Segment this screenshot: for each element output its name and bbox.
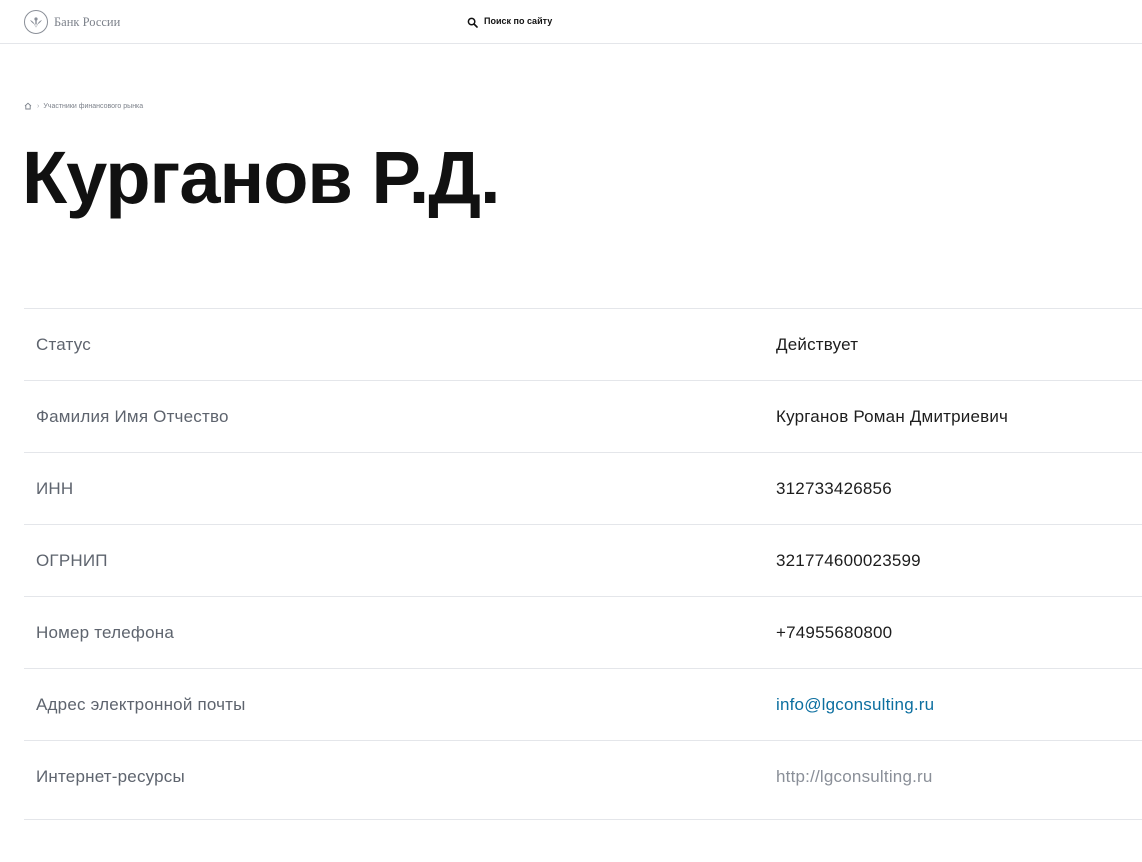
page-title: Курганов Р.Д. [22, 136, 501, 219]
site-header: Банк России Поиск по сайту [0, 0, 1142, 44]
full-name-label: Фамилия Имя Отчество [36, 407, 229, 426]
full-name-value: Курганов Роман Дмитриевич [776, 407, 1009, 426]
search-label: Поиск по сайту [484, 15, 553, 26]
logo-text: Банк России [54, 14, 121, 29]
status-label: Статус [36, 335, 91, 354]
table-row: ОГРНИП 321774600023599 [24, 525, 1142, 597]
email-label: Адрес электронной почты [36, 695, 246, 714]
details-table: Статус Действует Фамилия Имя Отчество Ку… [24, 308, 1142, 820]
table-row: ИНН 312733426856 [24, 453, 1142, 525]
phone-value: +74955680800 [776, 623, 893, 642]
table-row: Номер телефона +74955680800 [24, 597, 1142, 669]
table-row: Статус Действует [24, 309, 1142, 381]
ogrnip-label: ОГРНИП [36, 551, 108, 570]
ogrnip-value: 321774600023599 [776, 551, 921, 570]
inn-label: ИНН [36, 479, 74, 498]
phone-label: Номер телефона [36, 623, 174, 642]
bank-logo-link[interactable]: Банк России [24, 10, 120, 34]
table-row: Адрес электронной почты info@lgconsultin… [24, 669, 1142, 741]
inn-value: 312733426856 [776, 479, 892, 498]
bank-of-russia-emblem-icon [24, 10, 48, 34]
breadcrumb: › Участники финансового рынка [24, 102, 143, 110]
web-resources-label: Интернет-ресурсы [36, 767, 185, 786]
breadcrumb-item-financial-market-participants[interactable]: Участники финансового рынка [43, 103, 143, 110]
table-row: Фамилия Имя Отчество Курганов Роман Дмит… [24, 381, 1142, 453]
breadcrumb-separator: › [37, 102, 40, 110]
status-value: Действует [776, 335, 859, 354]
search-icon [467, 15, 478, 28]
table-row: Интернет-ресурсы http://lgconsulting.ru [24, 741, 1142, 820]
email-link[interactable]: info@lgconsulting.ru [776, 669, 934, 741]
home-icon[interactable] [24, 102, 32, 110]
site-search-button[interactable]: Поиск по сайту [467, 15, 553, 28]
website-link[interactable]: http://lgconsulting.ru [776, 741, 933, 813]
